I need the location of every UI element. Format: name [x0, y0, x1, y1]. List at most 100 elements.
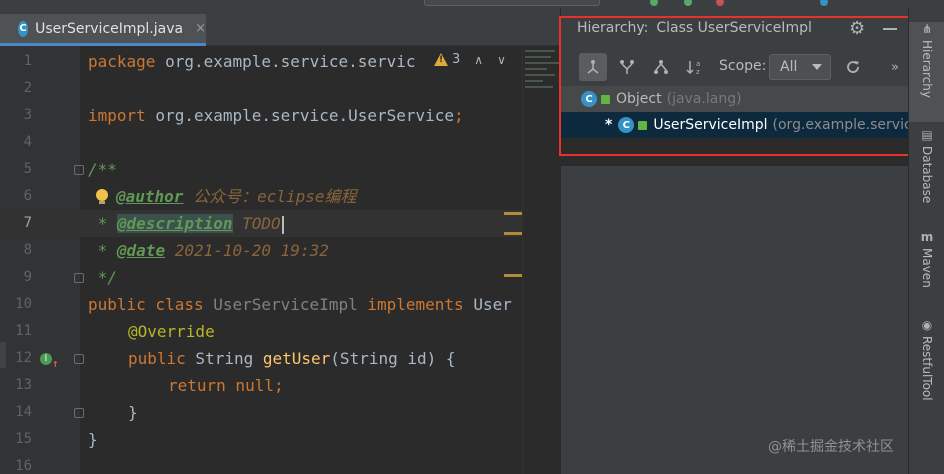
line-number: 6: [23, 188, 32, 204]
database-icon: ▤: [921, 128, 933, 142]
line-number: 10: [15, 296, 32, 312]
side-tab-label: Hierarchy: [920, 40, 934, 99]
class-icon: C: [581, 91, 597, 107]
watermark-text: @稀土掘金技术社区: [768, 439, 894, 455]
code-line[interactable]: 6 @author 公众号：eclipse编程: [0, 183, 560, 210]
line-number: 9: [23, 269, 32, 285]
panel-title: Hierarchy:: [577, 20, 649, 36]
error-stripe-marker[interactable]: [504, 232, 522, 235]
line-number: 5: [23, 161, 32, 177]
error-stripe-marker[interactable]: [504, 274, 522, 277]
stop-icon[interactable]: [716, 0, 724, 6]
side-tab-hierarchy[interactable]: ⋔ Hierarchy: [909, 22, 944, 122]
fold-icon[interactable]: [74, 165, 84, 175]
line-number: 4: [23, 134, 32, 150]
current-class-marker: *: [605, 117, 613, 133]
class-icon: C: [18, 20, 29, 37]
code-line[interactable]: 9 */: [0, 264, 560, 291]
line-number: 16: [15, 458, 32, 474]
scope-dropdown[interactable]: All: [769, 54, 831, 80]
hierarchy-header: Hierarchy: Class UserServiceImpl ⚙: [561, 8, 909, 48]
warning-count: 3: [452, 52, 461, 67]
sort-alphabetically-button[interactable]: az: [681, 53, 709, 81]
hierarchy-icon: ⋔: [921, 22, 933, 36]
close-icon[interactable]: ×: [195, 21, 206, 36]
supertypes-button[interactable]: [613, 53, 641, 81]
code-text: public String getUser(String id) {: [128, 349, 456, 368]
gear-icon[interactable]: ⚙: [849, 18, 865, 39]
svg-text:a: a: [696, 60, 700, 68]
code-line[interactable]: 8 * @date 2021-10-20 19:32: [0, 237, 560, 264]
chevron-down-icon[interactable]: ∨: [497, 53, 506, 67]
line-number: 12: [15, 350, 32, 366]
line-number: 14: [15, 404, 32, 420]
code-line[interactable]: 2: [0, 75, 560, 102]
svg-text:z: z: [696, 68, 700, 75]
subtypes-button[interactable]: [647, 53, 675, 81]
code-editor[interactable]: 1 package org.example.service.servic ! 3…: [0, 46, 560, 474]
tree-row-object[interactable]: C Object (java.lang): [561, 86, 909, 112]
line-number: 1: [23, 53, 32, 69]
implements-icon[interactable]: I: [40, 353, 52, 365]
fold-icon[interactable]: [74, 354, 84, 364]
code-line[interactable]: 10 public class UserServiceImpl implemen…: [0, 291, 560, 318]
class-hierarchy-icon: [587, 60, 599, 74]
line-number: 3: [23, 107, 32, 123]
main-toolbar: [0, 0, 944, 8]
code-line[interactable]: 15 }: [0, 426, 560, 453]
code-text: * @date 2021-10-20 19:32: [88, 241, 329, 260]
code-line[interactable]: 12 I ↑ public String getUser(String id) …: [0, 345, 560, 372]
side-tab-database[interactable]: ▤ Database: [909, 128, 944, 218]
inspection-widget[interactable]: ! 3 ∧ ∨: [434, 52, 512, 67]
class-hierarchy-button[interactable]: [579, 53, 607, 81]
supertypes-icon: [620, 60, 634, 74]
public-access-icon: [601, 94, 610, 104]
more-actions-icon[interactable]: »: [891, 60, 899, 75]
code-line-current[interactable]: 7 * @description TODO: [0, 210, 560, 237]
error-stripe-marker[interactable]: [504, 212, 522, 215]
editor-tab-userserviceimpl[interactable]: C UserServiceImpl.java ×: [0, 14, 206, 46]
line-number: 15: [15, 431, 32, 447]
tree-row-userserviceimpl[interactable]: * C UserServiceImpl (org.example.service…: [561, 112, 909, 138]
code-line[interactable]: 11 @Override: [0, 318, 560, 345]
side-tab-restfultool[interactable]: ◉ RestfulTool: [909, 318, 944, 428]
chevron-down-icon: [812, 64, 822, 70]
hierarchy-toolbar: az Scope: All »: [561, 48, 909, 86]
code-line[interactable]: 16: [0, 453, 560, 474]
class-icon: C: [618, 117, 635, 133]
hierarchy-tree[interactable]: C Object (java.lang) * C UserServiceImpl…: [561, 86, 909, 166]
right-tool-strip: ⋔ Hierarchy ▤ Database m Maven ◉ Restful…: [908, 8, 944, 474]
scope-label: Scope:: [719, 58, 767, 74]
lightbulb-icon[interactable]: [96, 189, 108, 204]
public-access-icon: [638, 120, 648, 130]
fold-icon[interactable]: [74, 408, 84, 418]
debug-icon[interactable]: [650, 0, 658, 6]
side-tab-maven[interactable]: m Maven: [909, 230, 944, 310]
run-icon[interactable]: [684, 0, 692, 6]
line-number: 7: [23, 215, 32, 231]
code-text: * @description TODO: [88, 210, 284, 237]
tree-item-package: (java.lang): [666, 91, 742, 107]
refresh-button[interactable]: [839, 53, 867, 81]
side-tab-label: Database: [920, 146, 934, 204]
code-text: @Override: [128, 322, 215, 341]
code-line[interactable]: 14 }: [0, 399, 560, 426]
hierarchy-panel: Hierarchy: Class UserServiceImpl ⚙ az Sc…: [560, 8, 909, 474]
code-line[interactable]: 5 /**: [0, 156, 560, 183]
code-text: return null;: [168, 376, 284, 395]
line-number: 2: [23, 80, 32, 96]
minimap[interactable]: [522, 46, 560, 474]
build-icon[interactable]: [820, 0, 828, 6]
code-line[interactable]: 13 return null;: [0, 372, 560, 399]
editor-tab-bar: C UserServiceImpl.java ×: [0, 8, 560, 46]
warning-icon: !: [434, 53, 448, 66]
code-text: */: [88, 268, 117, 287]
tree-item-name: Object: [616, 91, 662, 107]
code-line[interactable]: 4: [0, 129, 560, 156]
run-config-selector[interactable]: [424, 0, 600, 6]
fold-icon[interactable]: [74, 273, 84, 283]
code-line[interactable]: 3 import org.example.service.UserService…: [0, 102, 560, 129]
minimize-icon[interactable]: [883, 28, 897, 30]
chevron-up-icon[interactable]: ∧: [474, 53, 483, 67]
subtypes-icon: [654, 60, 668, 74]
